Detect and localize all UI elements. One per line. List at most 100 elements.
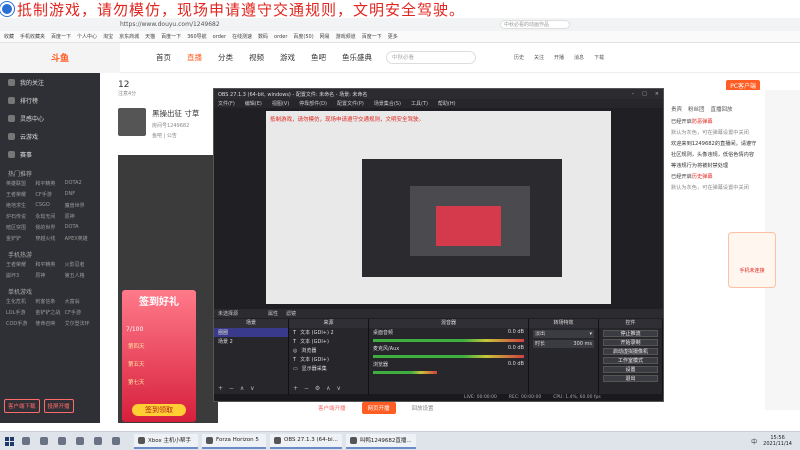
obs-menu-item[interactable]: 视图(V): [272, 100, 289, 107]
volume-meter[interactable]: [373, 371, 437, 374]
nav-home[interactable]: 首页: [156, 52, 171, 63]
room-sub[interactable]: 鱼吧 | 公告: [152, 132, 199, 139]
game-link[interactable]: DOTA: [65, 224, 94, 231]
tab-replay[interactable]: 直播回放: [711, 105, 733, 113]
obs-menu-item[interactable]: 场景集合(S): [374, 100, 401, 107]
game-link[interactable]: 原神: [35, 272, 64, 279]
web-stream-button[interactable]: 网页开播: [361, 402, 396, 414]
obs-menu-item[interactable]: 配置文件(P): [337, 100, 364, 107]
clock[interactable]: 15:56 2021/11/14: [763, 435, 792, 447]
game-link[interactable]: 英雄联盟: [6, 180, 35, 187]
scene-item[interactable]: 场景 2: [214, 337, 288, 346]
game-link[interactable]: 绝地求生: [6, 202, 35, 209]
bookmark-item[interactable]: order: [213, 34, 226, 40]
bookmark-item[interactable]: 游戏频道: [336, 33, 356, 40]
taskbar-app[interactable]: OBS 27.1.3 (64-bi...: [270, 433, 342, 449]
address-url[interactable]: https://www.douyu.com/1249682: [120, 21, 220, 28]
bookmark-item[interactable]: 手机收藏夹: [20, 33, 45, 40]
game-link[interactable]: DNF: [65, 191, 94, 198]
start-record-button[interactable]: 开始录制: [603, 339, 658, 346]
minimize-icon[interactable]: –: [632, 91, 635, 97]
source-toolbar[interactable]: + − ⚙ ∧ ∨: [293, 385, 343, 392]
game-link[interactable]: 火影忍者: [65, 261, 94, 268]
source-item[interactable]: ▭ 显示器采集: [289, 364, 368, 373]
site-logo[interactable]: 斗鱼: [0, 42, 120, 73]
chrome-icon[interactable]: [76, 437, 84, 445]
browser-search-input[interactable]: 中秋必看的动画作品: [500, 20, 570, 29]
bookmark-item[interactable]: order: [274, 34, 287, 40]
exit-button[interactable]: 退出: [603, 375, 658, 382]
game-link[interactable]: 金铲铲之战: [35, 309, 64, 316]
obs-menu-item[interactable]: 帮助(H): [438, 100, 456, 107]
obs-preview[interactable]: 抵制游戏，请勿模仿，现场申请遵守交通规则，文明安全驾驶。: [266, 111, 611, 304]
history-button[interactable]: 历史: [514, 54, 524, 61]
obs-menu-item[interactable]: 编辑(E): [245, 100, 262, 107]
game-link[interactable]: 和平精英: [35, 180, 64, 187]
game-link[interactable]: LOL手游: [6, 309, 35, 316]
explorer-icon[interactable]: [58, 437, 66, 445]
game-link[interactable]: 第五人格: [65, 272, 94, 279]
game-link[interactable]: 生化危机: [6, 298, 35, 305]
game-link[interactable]: 我的世界: [35, 224, 64, 231]
stop-stream-button[interactable]: 停止推流: [603, 330, 658, 337]
game-link[interactable]: 崩坏3: [6, 272, 35, 279]
taskview-icon[interactable]: [40, 437, 48, 445]
scene-item[interactable]: 圈圈: [214, 328, 288, 337]
game-link[interactable]: 暗区突围: [6, 224, 35, 231]
properties-button[interactable]: 属性: [268, 310, 278, 317]
source-item[interactable]: T 文本 (GDI+): [289, 355, 368, 364]
scene-toolbar[interactable]: + − ∧ ∨: [218, 385, 257, 392]
bookmark-item[interactable]: 更多: [388, 33, 398, 40]
game-link[interactable]: CF手游: [35, 191, 64, 198]
game-link[interactable]: 大富翁: [65, 298, 94, 305]
game-link[interactable]: 炉石传说: [6, 213, 35, 220]
game-link[interactable]: 和平精英: [35, 261, 64, 268]
volume-meter[interactable]: [373, 355, 524, 358]
nav-festival[interactable]: 鱼乐盛典: [342, 52, 372, 63]
tab-vip[interactable]: 贵宾: [671, 105, 682, 113]
avatar[interactable]: [118, 108, 146, 136]
obs-menu-item[interactable]: 工具(T): [411, 100, 428, 107]
game-link[interactable]: 王者荣耀: [6, 191, 35, 198]
nav-game[interactable]: 游戏: [280, 52, 295, 63]
close-icon[interactable]: ×: [655, 91, 659, 97]
game-link[interactable]: 穿越火线: [35, 235, 64, 242]
start-stream-button[interactable]: 开播: [554, 54, 564, 61]
ime-indicator[interactable]: 中: [751, 437, 757, 446]
store-icon[interactable]: [112, 437, 120, 445]
game-link[interactable]: 原神: [65, 213, 94, 220]
game-link[interactable]: 魔兽世界: [65, 202, 94, 209]
bookmark-item[interactable]: 数码: [258, 33, 268, 40]
client-stream-button[interactable]: 客户端开播: [312, 402, 352, 414]
game-link[interactable]: CSGO: [35, 202, 64, 209]
game-link[interactable]: APEX英雄: [65, 235, 94, 242]
taskbar-app[interactable]: Xbox 主机小帮手: [134, 433, 198, 449]
game-link[interactable]: 刺客信条: [35, 298, 64, 305]
obs-menu-item[interactable]: 停靠部件(D): [299, 100, 327, 107]
game-link[interactable]: 金铲铲: [6, 235, 35, 242]
bookmark-item[interactable]: 网易: [320, 33, 330, 40]
maximize-icon[interactable]: □: [642, 91, 647, 97]
bookmark-item[interactable]: 360导航: [187, 33, 207, 40]
bookmark-item[interactable]: 天猫: [145, 33, 155, 40]
nav-fishbar[interactable]: 鱼吧: [311, 52, 326, 63]
replay-settings-button[interactable]: 回放设置: [406, 402, 440, 414]
settings-button[interactable]: 设置: [603, 366, 658, 373]
nav-category[interactable]: 分类: [218, 52, 233, 63]
game-link[interactable]: 永劫无间: [35, 213, 64, 220]
transition-select[interactable]: 淡出 ▾: [533, 330, 594, 338]
game-link[interactable]: DOTA2: [65, 180, 94, 187]
messages-button[interactable]: 消息: [574, 54, 584, 61]
game-link[interactable]: 艾尔登法环: [65, 320, 94, 327]
nav-video[interactable]: 视频: [249, 52, 264, 63]
filters-button[interactable]: 滤镜: [286, 310, 296, 317]
sidebar-item-inspire[interactable]: 灵感中心: [0, 109, 100, 127]
bookmark-item[interactable]: 收藏: [4, 33, 14, 40]
bookmark-item[interactable]: 百度一下: [51, 33, 71, 40]
follow-button[interactable]: 关注: [534, 54, 544, 61]
bookmark-item[interactable]: 京东商城: [119, 33, 139, 40]
source-item[interactable]: ◎ 浏览器: [289, 346, 368, 355]
transition-duration-field[interactable]: 时长 300 ms: [533, 340, 594, 348]
sidebar-item-rank[interactable]: 排行榜: [0, 91, 100, 109]
virtual-camera-button[interactable]: 启动虚拟摄像机: [603, 348, 658, 355]
